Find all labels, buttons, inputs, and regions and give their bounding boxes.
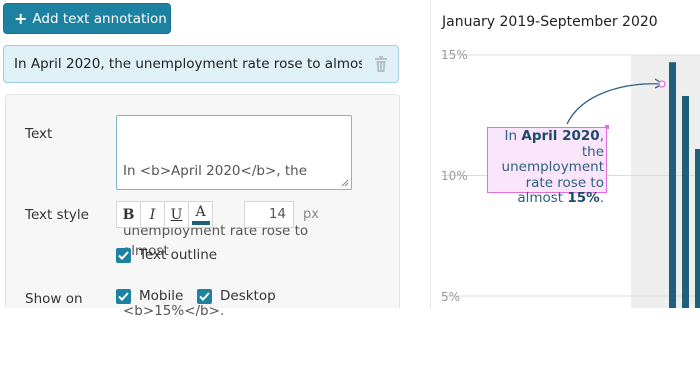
show-on-mobile-label: Mobile	[139, 288, 184, 304]
show-on-mobile-checkbox[interactable]	[116, 288, 131, 304]
annotation-settings: Text In <b>April 2020</b>, the unemploym…	[5, 94, 400, 319]
text-style-buttons: B I U A	[116, 201, 213, 228]
annotation-editor-panel: + Add text annotation In April 2020, the…	[0, 0, 405, 319]
annotation-list-item[interactable]: In April 2020, the unemployment rate ros…	[3, 45, 399, 83]
add-text-annotation-button[interactable]: + Add text annotation	[3, 3, 171, 34]
add-button-label: Add text annotation	[32, 10, 167, 27]
show-on-desktop-label: Desktop	[220, 288, 276, 304]
y-tick-label: 15%	[441, 48, 468, 62]
text-color-button[interactable]: A	[188, 201, 213, 228]
bold-button[interactable]: B	[116, 201, 141, 228]
chart-bar	[669, 62, 676, 308]
text-outline-label: Text outline	[139, 247, 218, 263]
y-tick-label: 10%	[441, 169, 468, 183]
resize-handle-icon[interactable]	[341, 179, 349, 187]
y-tick-label: 5%	[441, 290, 461, 304]
annotation-anchor-handle	[658, 80, 666, 88]
annotation-text-segment: In	[504, 128, 522, 144]
text-color-glyph: A	[195, 203, 206, 220]
textarea-line: In <b>April 2020</b>, the	[123, 163, 308, 179]
show-on-desktop-option[interactable]: Desktop	[197, 288, 276, 304]
font-size-unit: px	[303, 207, 319, 222]
trash-icon[interactable]	[374, 56, 388, 72]
underline-button[interactable]: U	[164, 201, 189, 228]
chart-text-annotation[interactable]: In April 2020, the unemployment rate ros…	[487, 127, 607, 206]
checkmark-icon	[118, 291, 129, 301]
chart-bar	[695, 148, 700, 308]
highlight-region	[631, 55, 700, 308]
font-size-input[interactable]: 14	[244, 201, 294, 228]
text-label: Text	[25, 126, 53, 142]
show-on-mobile-option[interactable]: Mobile	[116, 288, 183, 304]
annotation-text-input[interactable]: In <b>April 2020</b>, the unemployment r…	[116, 115, 352, 319]
text-outline-checkbox[interactable]	[116, 247, 131, 263]
text-color-swatch	[191, 220, 210, 225]
checkmark-icon	[199, 291, 210, 301]
show-on-label: Show on	[25, 291, 83, 307]
show-on-desktop-checkbox[interactable]	[197, 288, 212, 304]
annotation-text-segment: April 2020	[521, 128, 600, 144]
plus-icon: +	[14, 8, 28, 28]
checkmark-icon	[118, 250, 129, 260]
annotation-preview-text: In April 2020, the unemployment rate ros…	[14, 56, 362, 72]
chart-bar	[682, 95, 689, 308]
chart-preview: January 2019-September 2020 15% 10% 5% I…	[431, 0, 700, 308]
textarea-line: <b>15%</b>.	[123, 303, 225, 319]
text-outline-option[interactable]: Text outline	[116, 247, 217, 263]
italic-button[interactable]: I	[140, 201, 165, 228]
annotation-text-segment: 15%	[567, 190, 600, 206]
annotation-text-segment: .	[599, 190, 604, 206]
text-style-label: Text style	[25, 207, 89, 223]
